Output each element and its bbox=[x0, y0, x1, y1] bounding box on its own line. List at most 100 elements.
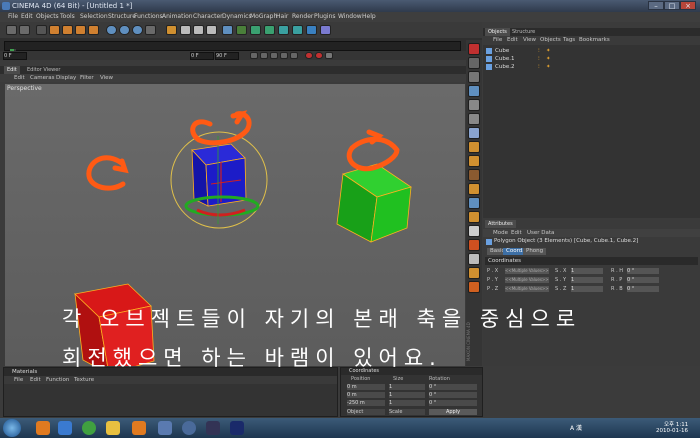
bodypaint-icon[interactable] bbox=[468, 267, 480, 279]
menu-help[interactable]: Help bbox=[362, 12, 376, 22]
use-points-mode-icon[interactable] bbox=[468, 99, 480, 111]
size-z-field[interactable]: 1 bbox=[389, 400, 425, 406]
render-region-icon[interactable] bbox=[206, 25, 217, 35]
minimize-button[interactable]: – bbox=[648, 1, 664, 10]
apply-button[interactable]: Apply bbox=[429, 409, 477, 415]
position-y-field[interactable]: 0 m bbox=[347, 392, 385, 398]
scale-icon[interactable] bbox=[62, 25, 73, 35]
objmenu-edit[interactable]: Edit bbox=[507, 36, 518, 45]
sculpt-icon[interactable] bbox=[468, 239, 480, 251]
green-cube[interactable] bbox=[336, 163, 412, 243]
paint-icon[interactable] bbox=[468, 253, 480, 265]
rotate-icon[interactable] bbox=[75, 25, 86, 35]
photoshop-icon[interactable] bbox=[230, 421, 244, 435]
menu-selection[interactable]: Selection bbox=[80, 12, 108, 22]
nurbs-icon[interactable] bbox=[250, 25, 261, 35]
menu-edit[interactable]: Edit bbox=[21, 12, 33, 22]
timeline-start-field[interactable]: 0 F bbox=[3, 52, 27, 60]
subtab-phong[interactable]: Phong bbox=[523, 248, 547, 255]
rotation-b-field[interactable]: 0 ° bbox=[429, 400, 477, 406]
tab-attributes[interactable]: Attributes bbox=[485, 220, 516, 228]
viewport-menu-edit[interactable]: Edit bbox=[14, 74, 25, 82]
matmenu-function[interactable]: Function bbox=[46, 376, 69, 384]
maximize-button[interactable]: □ bbox=[664, 1, 680, 10]
render-view-icon[interactable] bbox=[166, 25, 177, 35]
keyframe-selection-icon[interactable] bbox=[325, 52, 333, 59]
matmenu-edit[interactable]: Edit bbox=[30, 376, 41, 384]
objmenu-objects[interactable]: Objects bbox=[540, 36, 561, 45]
timeline-frame-field[interactable]: 0 F bbox=[190, 52, 214, 60]
skype-icon[interactable] bbox=[158, 421, 172, 435]
explorer-icon[interactable] bbox=[106, 421, 120, 435]
attrmenu-mode[interactable]: Mode bbox=[493, 229, 508, 237]
object-row[interactable]: Cube ⁝ ✦ bbox=[486, 47, 698, 55]
ik-icon[interactable] bbox=[468, 281, 480, 293]
object-row[interactable]: Cube.1 ⁝ ✦ bbox=[486, 55, 698, 63]
object-name[interactable]: Cube bbox=[495, 47, 509, 55]
position-z-field[interactable]: -250 m bbox=[347, 400, 385, 406]
close-button[interactable]: × bbox=[680, 1, 696, 10]
viewport-menu-cameras[interactable]: Cameras bbox=[30, 74, 54, 82]
field-value[interactable]: 1 bbox=[571, 268, 603, 274]
render-picture-viewer-icon[interactable] bbox=[180, 25, 191, 35]
cube-primitive-icon[interactable] bbox=[222, 25, 233, 35]
visibility-dots-icon[interactable]: ⁝ bbox=[538, 47, 540, 55]
goto-start-icon[interactable] bbox=[250, 52, 258, 59]
menu-hair[interactable]: Hair bbox=[276, 12, 288, 22]
matmenu-texture[interactable]: Texture bbox=[74, 376, 94, 384]
snap-icon[interactable] bbox=[468, 197, 480, 209]
workplane-icon[interactable] bbox=[468, 155, 480, 167]
menu-window[interactable]: Window bbox=[338, 12, 362, 22]
phong-tag-icon[interactable]: ✦ bbox=[546, 47, 551, 55]
menu-dynamics[interactable]: Dynamics bbox=[222, 12, 252, 22]
app-icon[interactable] bbox=[206, 421, 220, 435]
camera-icon[interactable] bbox=[306, 25, 317, 35]
autokey-icon[interactable] bbox=[315, 52, 323, 59]
move-icon[interactable] bbox=[49, 25, 60, 35]
tab-editor-viewer[interactable]: Editor Viewer bbox=[24, 66, 63, 74]
chrome-icon[interactable] bbox=[82, 421, 96, 435]
field-value[interactable]: <<Multiple Values>> bbox=[505, 286, 549, 292]
menu-tools[interactable]: Tools bbox=[60, 12, 75, 22]
menu-plugins[interactable]: Plugins bbox=[314, 12, 336, 22]
attrmenu-user-data[interactable]: User Data bbox=[527, 229, 554, 237]
use-edges-mode-icon[interactable] bbox=[468, 113, 480, 125]
firefox-icon[interactable] bbox=[36, 421, 50, 435]
undo-icon[interactable] bbox=[6, 25, 17, 35]
menu-structure[interactable]: Structure bbox=[108, 12, 136, 22]
phong-tag-icon[interactable]: ✦ bbox=[546, 55, 551, 63]
z-axis-lock-icon[interactable] bbox=[132, 25, 143, 35]
y-axis-lock-icon[interactable] bbox=[119, 25, 130, 35]
object-name[interactable]: Cube.2 bbox=[495, 63, 514, 71]
ime-indicator[interactable]: A 漢 bbox=[570, 423, 582, 432]
vlc-icon[interactable] bbox=[132, 421, 146, 435]
tab-structure[interactable]: Structure bbox=[509, 28, 538, 36]
deformer-icon[interactable] bbox=[278, 25, 289, 35]
menu-animation[interactable]: Animation bbox=[162, 12, 193, 22]
menu-render[interactable]: Render bbox=[292, 12, 313, 22]
field-value[interactable]: <<Multiple Values>> bbox=[505, 268, 549, 274]
menu-mograph[interactable]: MoGraph bbox=[250, 12, 277, 22]
menu-character[interactable]: Character bbox=[193, 12, 223, 22]
goto-end-icon[interactable] bbox=[290, 52, 298, 59]
prev-frame-icon[interactable] bbox=[260, 52, 268, 59]
recent-tool-icon[interactable] bbox=[88, 25, 99, 35]
timeline-ruler[interactable] bbox=[4, 41, 461, 57]
visibility-dots-icon[interactable]: ⁝ bbox=[538, 63, 540, 71]
field-value[interactable]: 0 ° bbox=[627, 277, 659, 283]
light-icon[interactable] bbox=[320, 25, 331, 35]
viewport-menu-view[interactable]: View bbox=[100, 74, 113, 82]
visibility-dots-icon[interactable]: ⁝ bbox=[538, 55, 540, 63]
size-y-field[interactable]: 1 bbox=[389, 392, 425, 398]
rotation-h-field[interactable]: 0 ° bbox=[429, 384, 477, 390]
scene-icon[interactable] bbox=[292, 25, 303, 35]
play-icon[interactable] bbox=[270, 52, 278, 59]
coordinate-system-icon[interactable] bbox=[145, 25, 156, 35]
phong-tag-icon[interactable]: ✦ bbox=[546, 63, 551, 71]
x-axis-lock-icon[interactable] bbox=[106, 25, 117, 35]
menu-functions[interactable]: Functions bbox=[134, 12, 163, 22]
objmenu-view[interactable]: View bbox=[523, 36, 536, 45]
tweak-mode-icon[interactable] bbox=[468, 183, 480, 195]
ie-icon[interactable] bbox=[58, 421, 72, 435]
viewport-menu-display[interactable]: Display bbox=[56, 74, 76, 82]
